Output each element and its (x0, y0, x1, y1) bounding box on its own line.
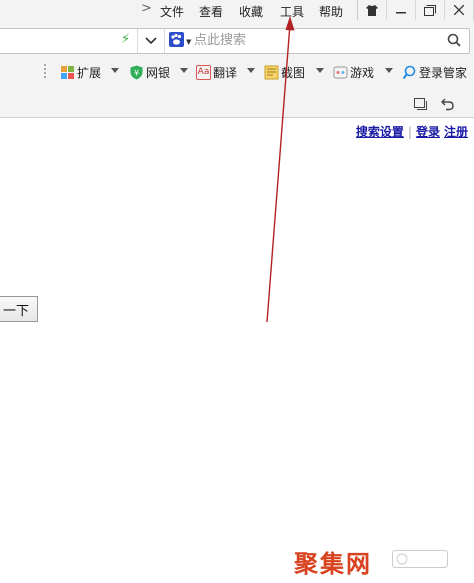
translate-icon: Aa (196, 64, 211, 80)
minimize-icon[interactable] (387, 0, 416, 20)
skin-icon[interactable] (358, 0, 387, 20)
bank-shield-icon: ¥ (130, 65, 143, 79)
address-search-bar: ⚡ ▼ (0, 28, 470, 54)
watermark-badge (392, 550, 448, 568)
search-settings-link[interactable]: 搜索设置 (356, 125, 404, 139)
restore-icon[interactable] (416, 0, 445, 20)
baidu-paw-icon[interactable] (169, 32, 184, 47)
login-link[interactable]: 登录 (416, 125, 440, 139)
login-manager-icon (402, 65, 416, 79)
toolbar-label: 登录管家 (419, 65, 468, 80)
toolbar-grip[interactable] (44, 64, 48, 78)
undo-icon[interactable] (440, 96, 456, 112)
search-icon[interactable] (447, 33, 461, 50)
screenshot-icon (264, 65, 279, 79)
page-search-button[interactable]: 一下 (0, 296, 38, 322)
toolbar-label: 翻译 (213, 65, 238, 80)
menu-item-tools[interactable]: 工具 (280, 3, 304, 20)
svg-text:¥: ¥ (134, 68, 139, 77)
watermark-logo: 聚集网 (294, 550, 372, 578)
toolbar-label: 扩展 (77, 65, 102, 80)
engine-caret-icon[interactable]: ▼ (186, 38, 191, 46)
page-top-links: 搜索设置 | 登录 注册 (356, 123, 468, 140)
games-caret-icon[interactable] (385, 68, 393, 73)
screenshot-caret-icon[interactable] (316, 68, 324, 73)
toolbar: 扩展 ¥ 网银 Aa 翻译 截图 游戏 登录管家 (0, 60, 474, 84)
search-input[interactable] (194, 31, 424, 49)
menu-expand-arrow[interactable]: > (141, 1, 152, 16)
toolbar-label: 游戏 (350, 65, 375, 80)
toolbar-screenshot[interactable]: 截图 (264, 63, 305, 81)
toolbar-extensions[interactable]: 扩展 (60, 63, 101, 81)
game-icon (333, 66, 348, 78)
menu-item-file[interactable]: 文件 (160, 3, 184, 20)
browser-chrome: > 文件 查看 收藏 工具 帮助 ⚡ ▼ 点此搜索 扩展 ¥ 网银 Aa 翻译 … (0, 0, 474, 118)
link-separator: | (407, 125, 412, 139)
toolbar-label: 截图 (281, 65, 306, 80)
toolbar-translate[interactable]: Aa 翻译 (196, 63, 237, 81)
extensions-caret-icon[interactable] (111, 68, 119, 73)
register-link[interactable]: 注册 (444, 125, 468, 139)
extensions-icon (61, 65, 74, 79)
lightning-icon[interactable]: ⚡ (121, 32, 130, 47)
tab-list-icon[interactable] (412, 96, 428, 112)
translate-caret-icon[interactable] (247, 68, 255, 73)
address-dropdown-button[interactable] (137, 29, 165, 53)
menu-item-view[interactable]: 查看 (199, 3, 223, 20)
menu-bar: > 文件 查看 收藏 工具 帮助 (0, 0, 474, 22)
menu-item-favorites[interactable]: 收藏 (239, 3, 263, 20)
toolbar-games[interactable]: 游戏 (333, 63, 374, 81)
window-controls (357, 0, 474, 20)
tab-tools (408, 95, 468, 113)
chevron-down-icon (145, 37, 157, 45)
close-icon[interactable] (445, 0, 474, 20)
toolbar-bank[interactable]: ¥ 网银 (129, 63, 170, 81)
bank-caret-icon[interactable] (180, 68, 188, 73)
menu-item-help[interactable]: 帮助 (319, 3, 343, 20)
toolbar-label: 网银 (146, 65, 171, 80)
toolbar-login-manager[interactable]: 登录管家 (402, 63, 467, 81)
